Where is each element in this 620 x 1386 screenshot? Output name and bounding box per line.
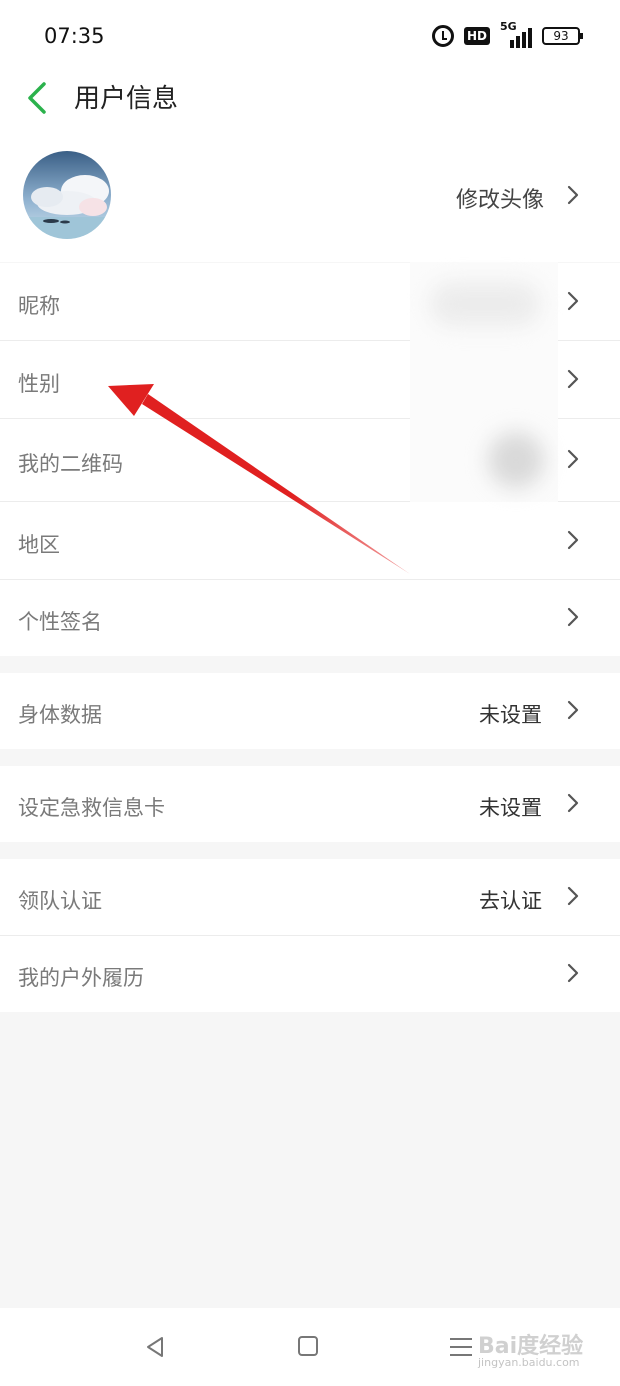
battery-icon: 93: [542, 27, 583, 45]
row-value: 未设置: [479, 703, 542, 727]
alarm-icon: [431, 25, 454, 47]
page-header: 用户信息: [0, 70, 620, 132]
chevron-right-icon: [567, 449, 579, 469]
chevron-right-icon: [567, 700, 579, 720]
row-label: 性别: [18, 372, 60, 396]
hd-icon: HD: [463, 27, 490, 45]
chevron-right-icon: [567, 886, 579, 906]
page-title: 用户信息: [74, 84, 179, 114]
row-label: 设定急救信息卡: [18, 796, 165, 820]
row-label: 我的二维码: [18, 452, 123, 476]
back-triangle-icon[interactable]: [145, 1336, 165, 1358]
status-bar: 07:35 HD 5G 93: [0, 0, 620, 70]
status-icons: HD 5G 93: [431, 20, 583, 48]
row-outdoor-history[interactable]: 我的户外履历: [0, 936, 620, 1012]
chevron-right-icon: [567, 185, 579, 205]
chevron-right-icon: [567, 369, 579, 389]
chevron-right-icon: [567, 530, 579, 550]
row-leader-cert[interactable]: 领队认证 去认证: [0, 859, 620, 935]
signal-icon: 5G: [500, 20, 532, 48]
system-nav-bar: Bai度经验 jingyan.baidu.com: [0, 1308, 620, 1386]
change-avatar-label: 修改头像: [455, 188, 544, 213]
row-body-data[interactable]: 身体数据 未设置: [0, 673, 620, 749]
watermark-url: jingyan.baidu.com: [478, 1356, 580, 1369]
status-time: 07:35: [44, 24, 105, 48]
chevron-right-icon: [567, 607, 579, 627]
row-label: 领队认证: [18, 889, 102, 913]
row-value: 未设置: [479, 796, 542, 820]
row-emergency-card[interactable]: 设定急救信息卡 未设置: [0, 766, 620, 842]
row-label: 我的户外履历: [18, 966, 144, 990]
blurred-values: [410, 262, 558, 502]
user-info-screen: 07:35 HD 5G 93 用户信息 修改头像 昵称 性别 我的二维码 地区 …: [0, 0, 620, 1386]
row-label: 身体数据: [18, 703, 102, 727]
avatar[interactable]: [23, 151, 111, 239]
avatar-row[interactable]: 修改头像: [0, 132, 620, 262]
row-label: 个性签名: [18, 610, 102, 634]
chevron-right-icon: [567, 793, 579, 813]
chevron-right-icon: [567, 963, 579, 983]
row-signature[interactable]: 个性签名: [0, 580, 620, 656]
chevron-right-icon: [567, 291, 579, 311]
row-region[interactable]: 地区: [0, 502, 620, 579]
row-label: 昵称: [18, 294, 60, 318]
row-value: 去认证: [479, 889, 542, 913]
chevron-left-icon[interactable]: [24, 76, 54, 120]
row-label: 地区: [18, 533, 60, 557]
home-square-icon[interactable]: [298, 1336, 318, 1356]
menu-icon[interactable]: [450, 1338, 472, 1358]
